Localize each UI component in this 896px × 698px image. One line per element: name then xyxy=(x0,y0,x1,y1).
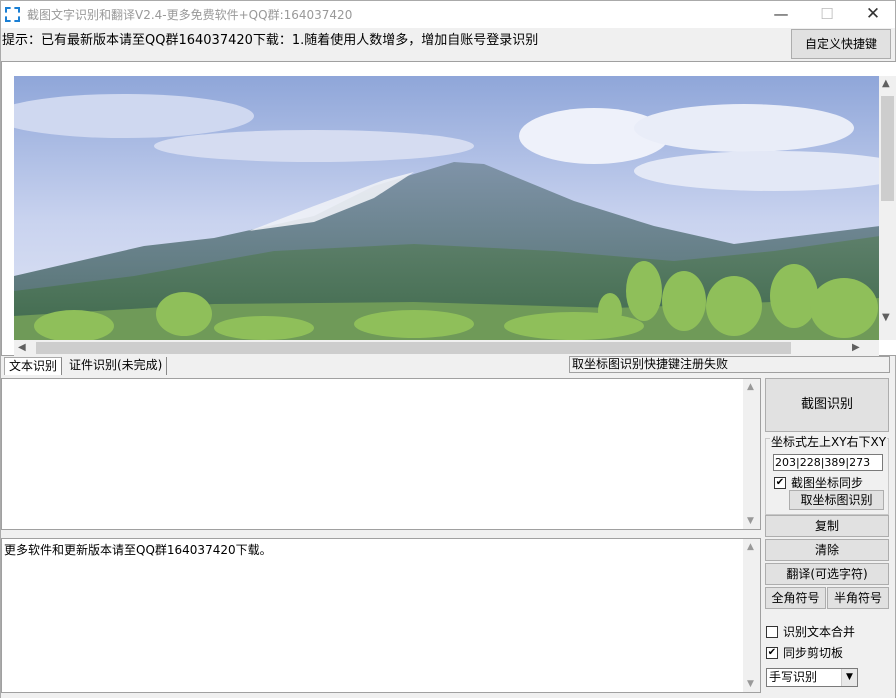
copy-button[interactable]: 复制 xyxy=(765,515,889,537)
coord-ocr-button[interactable]: 取坐标图识别 xyxy=(789,490,884,510)
screenshot-ocr-button[interactable]: 截图识别 xyxy=(765,378,889,432)
minimize-button[interactable]: — xyxy=(759,1,803,28)
halfwidth-symbols-button[interactable]: 半角符号 xyxy=(827,587,889,609)
checkbox-icon[interactable] xyxy=(766,625,778,638)
window-title: 截图文字识别和翻译V2.4-更多免费软件+QQ群:164037420 xyxy=(27,8,353,22)
status-message: 取坐标图识别快捷键注册失败 xyxy=(569,356,890,373)
translate-button[interactable]: 翻译(可选字符) xyxy=(765,563,889,585)
vertical-scroll-thumb[interactable] xyxy=(881,96,894,201)
tab-bar: 文本识别 证件识别(未完成) 取坐标图识别快捷键注册失败 xyxy=(1,355,896,377)
sync-clipboard-checkbox[interactable]: ✔ 同步剪切板 xyxy=(766,644,843,661)
scroll-left-icon[interactable]: ◀ xyxy=(18,340,26,356)
title-bar: 截图文字识别和翻译V2.4-更多免费软件+QQ群:164037420 — ☐ ✕ xyxy=(1,1,895,28)
screenshot-preview-panel: ▲ ▼ ◀ ▶ xyxy=(1,61,896,356)
recognized-text-scrollbar[interactable]: ▲ ▼ xyxy=(743,379,760,529)
result-text-area[interactable]: 更多软件和更新版本请至QQ群164037420下载。 ▲ ▼ xyxy=(1,538,761,693)
coords-group-title: 坐标式左上XY右下XY xyxy=(770,433,888,450)
scroll-up-icon[interactable]: ▲ xyxy=(747,382,754,392)
app-window: 截图文字识别和翻译V2.4-更多免费软件+QQ群:164037420 — ☐ ✕… xyxy=(0,0,896,698)
app-icon xyxy=(5,7,20,22)
screenshot-image xyxy=(14,76,880,340)
tab-id-ocr[interactable]: 证件识别(未完成) xyxy=(65,357,168,375)
scroll-down-icon[interactable]: ▼ xyxy=(747,516,754,526)
result-text-scrollbar[interactable]: ▲ ▼ xyxy=(743,539,760,692)
tab-text-ocr[interactable]: 文本识别 xyxy=(4,357,63,375)
result-text: 更多软件和更新版本请至QQ群164037420下载。 xyxy=(4,543,272,557)
ocr-mode-select[interactable]: 手写识别 ▼ xyxy=(766,668,858,687)
check-icon[interactable]: ✔ xyxy=(766,646,778,659)
scroll-up-icon[interactable]: ▲ xyxy=(747,542,754,552)
ocr-mode-value: 手写识别 xyxy=(769,670,818,684)
recognized-text-area[interactable]: ▲ ▼ xyxy=(1,378,761,530)
merge-text-label: 识别文本合并 xyxy=(783,625,856,639)
sync-clipboard-label: 同步剪切板 xyxy=(783,646,844,660)
clear-button[interactable]: 清除 xyxy=(765,539,889,561)
close-button[interactable]: ✕ xyxy=(851,1,895,28)
scroll-down-icon[interactable]: ▼ xyxy=(747,679,754,689)
scroll-down-icon[interactable]: ▼ xyxy=(882,310,890,326)
maximize-button[interactable]: ☐ xyxy=(805,1,849,28)
coords-group: 坐标式左上XY右下XY 203|228|389|273 ✔ 截图坐标同步 取坐标图… xyxy=(765,433,889,515)
merge-text-checkbox[interactable]: 识别文本合并 xyxy=(766,623,855,640)
scroll-up-icon[interactable]: ▲ xyxy=(882,76,890,92)
scroll-right-icon[interactable]: ▶ xyxy=(852,340,860,356)
fullwidth-symbols-button[interactable]: 全角符号 xyxy=(765,587,826,609)
check-icon[interactable]: ✔ xyxy=(774,476,786,489)
tip-text: 提示：已有最新版本请至QQ群164037420下载：1.随着使用人数增多，增加自… xyxy=(2,33,539,48)
custom-shortcut-button[interactable]: 自定义快捷键 xyxy=(791,29,891,59)
coords-input[interactable]: 203|228|389|273 xyxy=(773,454,883,471)
sync-coords-label: 截图坐标同步 xyxy=(791,476,864,490)
image-horizontal-scrollbar[interactable]: ◀ ▶ xyxy=(14,340,879,356)
horizontal-scroll-thumb[interactable] xyxy=(36,342,791,354)
bottom-edge xyxy=(1,693,895,698)
image-vertical-scrollbar[interactable]: ▲ ▼ xyxy=(879,76,896,340)
chevron-down-icon[interactable]: ▼ xyxy=(841,669,857,686)
sync-coords-checkbox[interactable]: ✔ 截图坐标同步 xyxy=(774,474,863,491)
